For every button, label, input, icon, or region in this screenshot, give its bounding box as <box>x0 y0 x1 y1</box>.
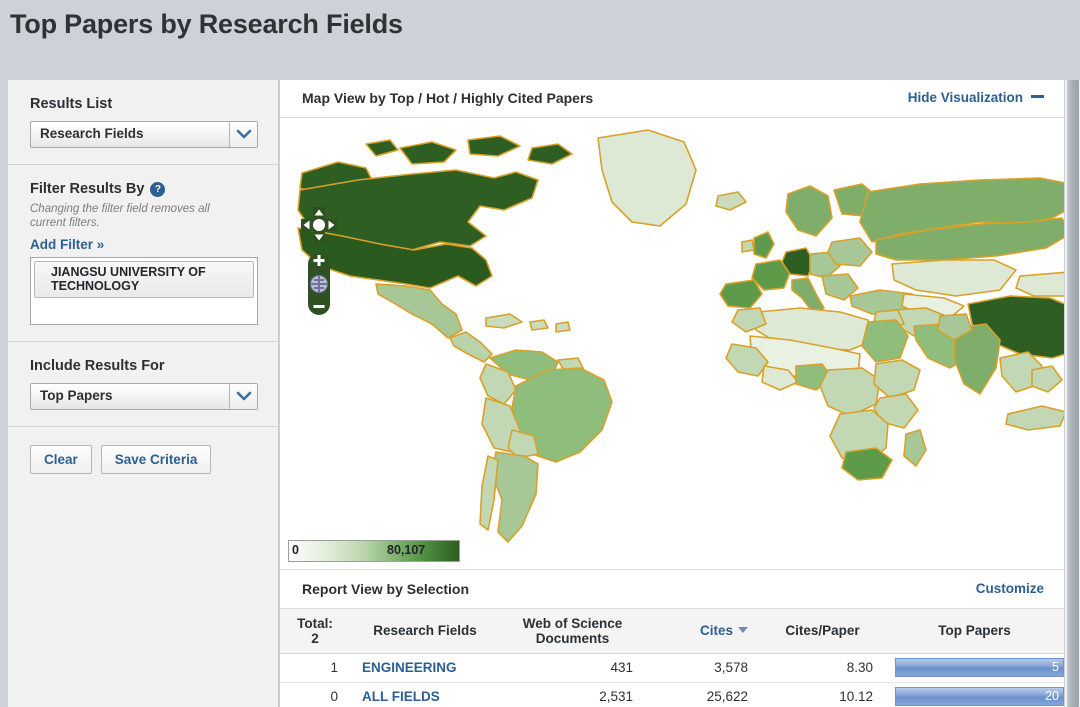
report-panel-title: Report View by Selection <box>302 581 470 597</box>
customize-link[interactable]: Customize <box>976 581 1044 596</box>
legend-max-value: 80,107 <box>387 543 426 557</box>
table-body: 1 ENGINEERING 431 3,578 8.30 5 0 ALL FIE… <box>280 653 1064 707</box>
total-label: Total: <box>297 615 333 631</box>
filter-listbox[interactable]: JIANGSU UNIVERSITY OF TECHNOLOGY <box>30 256 258 325</box>
research-field-link[interactable]: ALL FIELDS <box>362 689 440 704</box>
legend-min-value: 0 <box>292 543 299 557</box>
column-header-research-fields: Research Fields <box>350 609 500 654</box>
total-value: 2 <box>311 630 319 646</box>
column-header-total: Total: 2 <box>280 609 350 654</box>
results-list-selected-value: Research Fields <box>40 126 144 141</box>
sort-descending-icon <box>738 627 748 634</box>
filter-note: Changing the filter field removes all cu… <box>30 203 210 230</box>
row-rank: 1 <box>280 653 350 683</box>
report-table: Total: 2 Research Fields Web of Science … <box>280 609 1064 707</box>
filter-item[interactable]: JIANGSU UNIVERSITY OF TECHNOLOGY <box>34 260 254 298</box>
minus-icon[interactable] <box>313 305 325 308</box>
column-header-wos-documents: Web of Science Documents <box>500 609 645 654</box>
filter-heading: Filter Results By ? <box>30 181 258 197</box>
row-research-field: ENGINEERING <box>350 653 500 683</box>
top-papers-bar-value: 20 <box>1045 689 1059 703</box>
world-map-visualization[interactable]: 0 80,107 <box>280 118 1064 569</box>
question-mark-icon[interactable]: ? <box>150 181 166 197</box>
map-panel-title: Map View by Top / Hot / Highly Cited Pap… <box>302 90 594 106</box>
include-results-select[interactable]: Top Papers <box>30 382 258 410</box>
top-papers-bar-value: 5 <box>1052 660 1059 674</box>
add-filter-link[interactable]: Add Filter » <box>30 237 104 252</box>
top-papers-bar: 5 <box>895 658 1064 677</box>
hide-visualization-link[interactable]: Hide Visualization <box>908 90 1044 105</box>
map-legend: 0 80,107 <box>288 540 460 562</box>
include-results-section: Include Results For Top Papers <box>8 342 278 427</box>
page-title: Top Papers by Research Fields <box>10 9 403 39</box>
application-window: Top Papers by Research Fields Results Li… <box>0 0 1080 707</box>
table-header-row: Total: 2 Research Fields Web of Science … <box>280 609 1064 654</box>
row-cites-per-paper: 10.12 <box>760 682 885 707</box>
pan-arrows-icon[interactable] <box>297 203 341 247</box>
row-rank: 0 <box>280 682 350 707</box>
row-wos-documents: 431 <box>500 653 645 683</box>
map-navigation-control[interactable] <box>297 203 341 315</box>
chevron-down-icon[interactable] <box>229 122 257 147</box>
filter-results-section: Filter Results By ? Changing the filter … <box>8 165 278 342</box>
results-list-select[interactable]: Research Fields <box>30 121 258 148</box>
top-papers-bar: 20 <box>895 687 1064 706</box>
report-panel-header: Report View by Selection Customize <box>280 569 1064 609</box>
column-header-cites-per-paper: Cites/Paper <box>760 609 885 654</box>
globe-icon[interactable] <box>310 275 328 293</box>
table-row[interactable]: 1 ENGINEERING 431 3,578 8.30 5 <box>280 653 1064 683</box>
include-results-selected-value: Top Papers <box>40 387 113 403</box>
filter-results-label: Filter Results By <box>30 181 145 197</box>
row-top-papers-bar-cell: 20 <box>885 682 1064 707</box>
world-map-svg <box>297 129 1064 543</box>
page-header: Top Papers by Research Fields <box>0 0 1080 78</box>
clear-button[interactable]: Clear <box>30 444 92 474</box>
column-header-cites-label: Cites <box>699 623 733 639</box>
sidebar-actions: Clear Save Criteria <box>8 427 278 474</box>
row-cites: 25,622 <box>645 682 760 707</box>
sidebar: Results List Research Fields Filter Resu… <box>8 80 279 707</box>
row-cites-per-paper: 8.30 <box>760 653 885 683</box>
table-row[interactable]: 0 ALL FIELDS 2,531 25,622 10.12 20 <box>280 682 1064 707</box>
main-content: Map View by Top / Hot / Highly Cited Pap… <box>280 80 1064 707</box>
chevron-down-icon[interactable] <box>229 383 257 409</box>
column-header-cites[interactable]: Cites <box>645 609 760 654</box>
zoom-slider[interactable] <box>308 253 330 315</box>
column-header-top-papers: Top Papers <box>885 609 1064 654</box>
research-field-link[interactable]: ENGINEERING <box>362 660 457 675</box>
vertical-scrollbar[interactable] <box>1064 80 1080 707</box>
row-research-field: ALL FIELDS <box>350 682 500 707</box>
row-top-papers-bar-cell: 5 <box>885 653 1064 683</box>
row-wos-documents: 2,531 <box>500 682 645 707</box>
plus-icon-vertical <box>317 255 321 266</box>
minus-icon <box>1031 95 1044 98</box>
results-list-section: Results List Research Fields <box>8 80 278 165</box>
hide-visualization-label: Hide Visualization <box>907 90 1023 105</box>
row-cites: 3,578 <box>645 653 760 683</box>
include-results-label: Include Results For <box>30 357 165 374</box>
save-criteria-button[interactable]: Save Criteria <box>100 444 212 474</box>
map-panel-header: Map View by Top / Hot / Highly Cited Pap… <box>280 80 1064 118</box>
scrollbar-thumb[interactable] <box>1067 80 1079 707</box>
results-list-label: Results List <box>30 96 113 112</box>
